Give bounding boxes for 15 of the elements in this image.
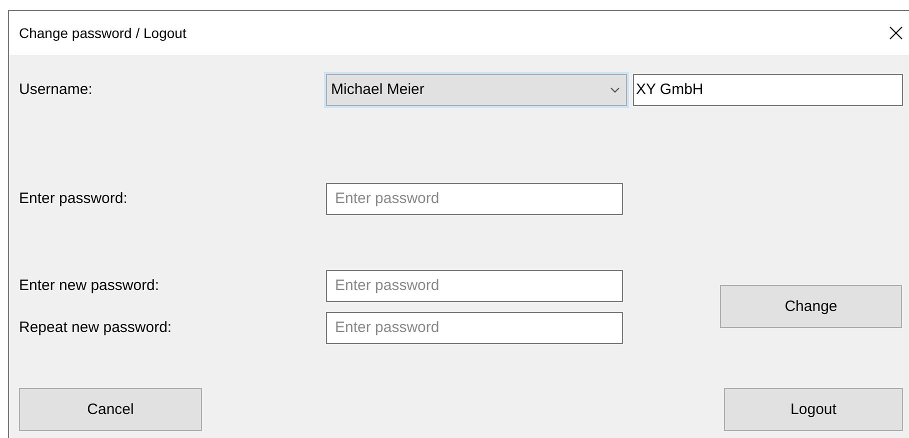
cancel-button[interactable]: Cancel	[19, 388, 202, 431]
close-icon[interactable]	[889, 26, 903, 40]
field-label: Enter password:	[19, 190, 128, 207]
field-label: Enter new password:	[19, 277, 160, 294]
password-field[interactable]: Enter password	[326, 270, 623, 302]
username-dropdown[interactable]: Michael Meier	[326, 74, 627, 106]
password-field[interactable]: Enter password	[326, 182, 623, 214]
chevron-down-icon	[610, 86, 620, 92]
field-label: Username:	[19, 81, 94, 98]
change-button[interactable]: Change	[720, 285, 902, 328]
password-field[interactable]: Enter password	[326, 312, 623, 344]
field-label: Repeat new password:	[19, 319, 173, 336]
company-field[interactable]: XY GmbH	[633, 74, 903, 106]
logout-button[interactable]: Logout	[724, 388, 903, 431]
window-title: Change password / Logout	[19, 25, 186, 41]
